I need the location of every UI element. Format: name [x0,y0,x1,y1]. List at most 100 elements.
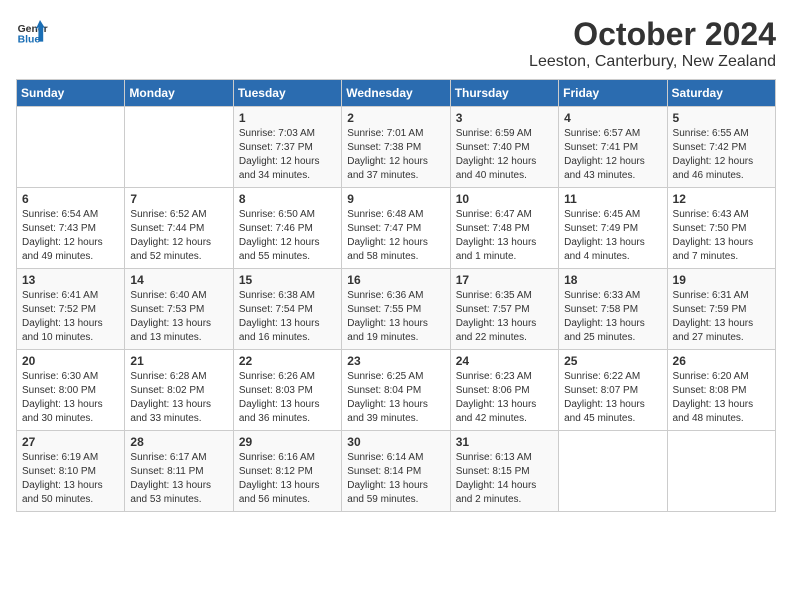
day-info: Sunrise: 6:36 AM Sunset: 7:55 PM Dayligh… [347,289,444,345]
day-info: Sunrise: 6:33 AM Sunset: 7:58 PM Dayligh… [564,289,661,345]
calendar-cell: 15 Sunrise: 6:38 AM Sunset: 7:54 PM Dayli… [233,269,341,350]
logo: General Blue [16,16,52,48]
day-info: Sunrise: 6:17 AM Sunset: 8:11 PM Dayligh… [130,451,227,507]
day-number: 21 [130,354,227,368]
day-info: Sunrise: 7:03 AM Sunset: 7:37 PM Dayligh… [239,127,336,183]
day-number: 15 [239,273,336,287]
calendar-week-row: 6 Sunrise: 6:54 AM Sunset: 7:43 PM Daylig… [17,188,776,269]
day-number: 6 [22,192,119,206]
calendar-cell: 28 Sunrise: 6:17 AM Sunset: 8:11 PM Dayli… [125,431,233,512]
calendar-cell: 31 Sunrise: 6:13 AM Sunset: 8:15 PM Dayli… [450,431,558,512]
day-number: 26 [673,354,770,368]
calendar-cell: 5 Sunrise: 6:55 AM Sunset: 7:42 PM Daylig… [667,107,775,188]
title-block: October 2024 Leeston, Canterbury, New Ze… [529,16,776,71]
calendar-cell: 11 Sunrise: 6:45 AM Sunset: 7:49 PM Dayli… [559,188,667,269]
calendar-cell: 2Sunrise: 7:01 AM Sunset: 7:38 PM Daylig… [342,107,450,188]
day-info: Sunrise: 6:35 AM Sunset: 7:57 PM Dayligh… [456,289,553,345]
calendar-cell: 13 Sunrise: 6:41 AM Sunset: 7:52 PM Dayli… [17,269,125,350]
day-info: Sunrise: 6:25 AM Sunset: 8:04 PM Dayligh… [347,370,444,426]
calendar-week-row: 1 Sunrise: 7:03 AM Sunset: 7:37 PM Daylig… [17,107,776,188]
day-number: 4 [564,111,661,125]
day-info: Sunrise: 6:20 AM Sunset: 8:08 PM Dayligh… [673,370,770,426]
svg-text:Blue: Blue [18,34,41,45]
page-header: General Blue October 2024 Leeston, Cante… [16,16,776,71]
day-number: 18 [564,273,661,287]
calendar-cell: 18 Sunrise: 6:33 AM Sunset: 7:58 PM Dayli… [559,269,667,350]
day-number: 24 [456,354,553,368]
day-info: Sunrise: 6:43 AM Sunset: 7:50 PM Dayligh… [673,208,770,264]
day-info: Sunrise: 6:22 AM Sunset: 8:07 PM Dayligh… [564,370,661,426]
day-info: Sunrise: 6:13 AM Sunset: 8:15 PM Dayligh… [456,451,553,507]
weekday-header: Thursday [450,80,558,107]
day-info: Sunrise: 6:52 AM Sunset: 7:44 PM Dayligh… [130,208,227,264]
calendar-cell: 10 Sunrise: 6:47 AM Sunset: 7:48 PM Dayli… [450,188,558,269]
day-info: Sunrise: 6:38 AM Sunset: 7:54 PM Dayligh… [239,289,336,345]
day-number: 14 [130,273,227,287]
day-number: 20 [22,354,119,368]
day-number: 10 [456,192,553,206]
day-number: 23 [347,354,444,368]
calendar-cell: 24Sunrise: 6:23 AM Sunset: 8:06 PM Dayli… [450,350,558,431]
calendar-table: SundayMondayTuesdayWednesdayThursdayFrid… [16,79,776,512]
calendar-cell: 30 Sunrise: 6:14 AM Sunset: 8:14 PM Dayli… [342,431,450,512]
day-info: Sunrise: 6:47 AM Sunset: 7:48 PM Dayligh… [456,208,553,264]
calendar-cell: 22 Sunrise: 6:26 AM Sunset: 8:03 PM Dayli… [233,350,341,431]
day-number: 17 [456,273,553,287]
day-number: 30 [347,435,444,449]
day-info: Sunrise: 6:54 AM Sunset: 7:43 PM Dayligh… [22,208,119,264]
day-info: Sunrise: 6:55 AM Sunset: 7:42 PM Dayligh… [673,127,770,183]
location-title: Leeston, Canterbury, New Zealand [529,53,776,71]
day-number: 12 [673,192,770,206]
day-number: 5 [673,111,770,125]
day-info: Sunrise: 6:31 AM Sunset: 7:59 PM Dayligh… [673,289,770,345]
day-number: 22 [239,354,336,368]
weekday-header: Wednesday [342,80,450,107]
day-number: 31 [456,435,553,449]
calendar-cell: 17 Sunrise: 6:35 AM Sunset: 7:57 PM Dayli… [450,269,558,350]
calendar-cell: 26 Sunrise: 6:20 AM Sunset: 8:08 PM Dayli… [667,350,775,431]
day-info: Sunrise: 6:26 AM Sunset: 8:03 PM Dayligh… [239,370,336,426]
day-info: Sunrise: 6:57 AM Sunset: 7:41 PM Dayligh… [564,127,661,183]
day-number: 19 [673,273,770,287]
calendar-week-row: 13 Sunrise: 6:41 AM Sunset: 7:52 PM Dayli… [17,269,776,350]
calendar-cell: 27Sunrise: 6:19 AM Sunset: 8:10 PM Dayli… [17,431,125,512]
day-info: Sunrise: 6:40 AM Sunset: 7:53 PM Dayligh… [130,289,227,345]
day-number: 28 [130,435,227,449]
day-number: 13 [22,273,119,287]
day-info: Sunrise: 6:45 AM Sunset: 7:49 PM Dayligh… [564,208,661,264]
calendar-cell [559,431,667,512]
day-info: Sunrise: 6:41 AM Sunset: 7:52 PM Dayligh… [22,289,119,345]
calendar-cell: 1 Sunrise: 7:03 AM Sunset: 7:37 PM Daylig… [233,107,341,188]
weekday-header-row: SundayMondayTuesdayWednesdayThursdayFrid… [17,80,776,107]
calendar-cell: 16Sunrise: 6:36 AM Sunset: 7:55 PM Dayli… [342,269,450,350]
calendar-cell: 3 Sunrise: 6:59 AM Sunset: 7:40 PM Daylig… [450,107,558,188]
day-number: 3 [456,111,553,125]
day-info: Sunrise: 6:50 AM Sunset: 7:46 PM Dayligh… [239,208,336,264]
calendar-cell [667,431,775,512]
day-number: 2 [347,111,444,125]
weekday-header: Monday [125,80,233,107]
calendar-cell: 23 Sunrise: 6:25 AM Sunset: 8:04 PM Dayli… [342,350,450,431]
day-info: Sunrise: 6:30 AM Sunset: 8:00 PM Dayligh… [22,370,119,426]
day-info: Sunrise: 6:19 AM Sunset: 8:10 PM Dayligh… [22,451,119,507]
day-number: 8 [239,192,336,206]
day-number: 29 [239,435,336,449]
day-info: Sunrise: 6:28 AM Sunset: 8:02 PM Dayligh… [130,370,227,426]
calendar-week-row: 20 Sunrise: 6:30 AM Sunset: 8:00 PM Dayli… [17,350,776,431]
day-info: Sunrise: 6:14 AM Sunset: 8:14 PM Dayligh… [347,451,444,507]
day-info: Sunrise: 6:16 AM Sunset: 8:12 PM Dayligh… [239,451,336,507]
calendar-cell: 9Sunrise: 6:48 AM Sunset: 7:47 PM Daylig… [342,188,450,269]
calendar-cell [125,107,233,188]
weekday-header: Tuesday [233,80,341,107]
calendar-cell: 29 Sunrise: 6:16 AM Sunset: 8:12 PM Dayli… [233,431,341,512]
calendar-cell: 21 Sunrise: 6:28 AM Sunset: 8:02 PM Dayli… [125,350,233,431]
calendar-cell: 4 Sunrise: 6:57 AM Sunset: 7:41 PM Daylig… [559,107,667,188]
calendar-cell: 6 Sunrise: 6:54 AM Sunset: 7:43 PM Daylig… [17,188,125,269]
day-info: Sunrise: 6:59 AM Sunset: 7:40 PM Dayligh… [456,127,553,183]
calendar-cell: 25Sunrise: 6:22 AM Sunset: 8:07 PM Dayli… [559,350,667,431]
weekday-header: Friday [559,80,667,107]
day-info: Sunrise: 6:48 AM Sunset: 7:47 PM Dayligh… [347,208,444,264]
day-number: 11 [564,192,661,206]
calendar-cell [17,107,125,188]
day-number: 1 [239,111,336,125]
